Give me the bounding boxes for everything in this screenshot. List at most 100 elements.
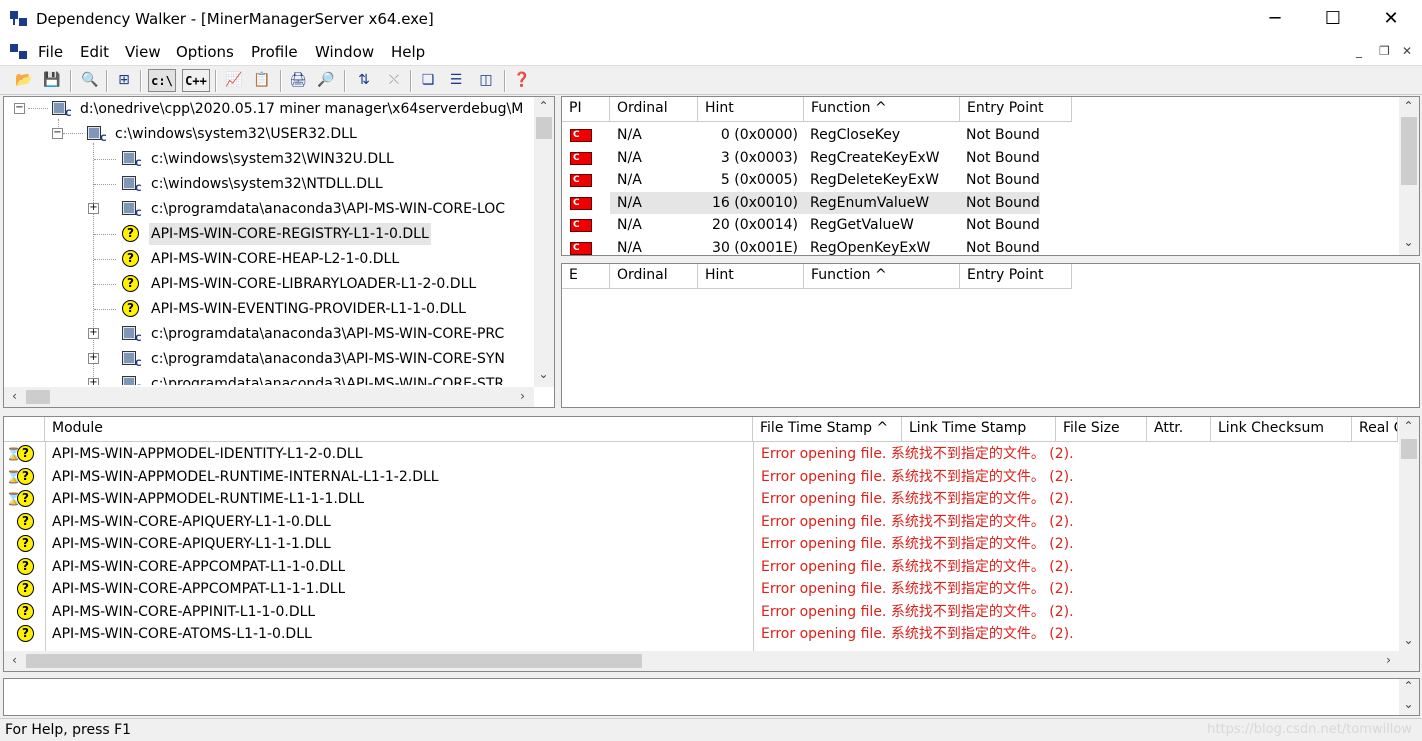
module-row[interactable]: ⌛ ? API-MS-WIN-APPMODEL-RUNTIME-L1-1-1.D…	[4, 488, 1398, 511]
tree-node-win32u[interactable]: C c:\windows\system32\WIN32U.DLL	[4, 148, 544, 170]
tile-vertical-icon[interactable]: ◫	[474, 69, 498, 92]
find-icon[interactable]: 🔍	[78, 69, 102, 92]
maximize-button[interactable]: ☐	[1304, 0, 1362, 40]
tree-node-core-loc[interactable]: + C c:\programdata\anaconda3\API-MS-WIN-…	[4, 198, 544, 220]
col-header-ordinal[interactable]: Ordinal	[610, 264, 698, 289]
log-vertical-scrollbar[interactable]: ⌃ ⌄	[1399, 679, 1419, 715]
print-icon[interactable]: 🖨	[286, 69, 310, 92]
scroll-up-icon[interactable]: ⌃	[535, 99, 552, 113]
module-row[interactable]: ⌛ ? API-MS-WIN-APPMODEL-RUNTIME-INTERNAL…	[4, 466, 1398, 489]
tree-node-eventing[interactable]: ? API-MS-WIN-EVENTING-PROVIDER-L1-1-0.DL…	[4, 298, 544, 320]
menu-view[interactable]: View	[125, 43, 161, 61]
col-header-link-checksum[interactable]: Link Checksum	[1211, 417, 1352, 442]
tile-horizontal-icon[interactable]: ☰	[444, 69, 468, 92]
tree-icon[interactable]: ⊞	[112, 69, 136, 92]
scroll-thumb[interactable]	[1401, 439, 1417, 459]
col-header-real-checksum[interactable]: Real C	[1352, 417, 1398, 442]
module-row[interactable]: ? API-MS-WIN-CORE-APIQUERY-L1-1-0.DLL Er…	[4, 511, 1398, 534]
scroll-up-icon[interactable]: ⌃	[1400, 99, 1417, 113]
menu-options[interactable]: Options	[176, 43, 234, 61]
menu-edit[interactable]: Edit	[80, 43, 109, 61]
tree-node-root[interactable]: − C d:\onedrive\cpp\2020.05.17 miner man…	[4, 98, 544, 120]
exports-pane[interactable]: E Ordinal Hint Function ^ Entry Point	[561, 263, 1420, 408]
tree-node-registry[interactable]: ? API-MS-WIN-CORE-REGISTRY-L1-1-0.DLL	[4, 223, 544, 245]
chart-icon[interactable]: 📈	[222, 69, 246, 92]
import-row[interactable]: C N/A 3 (0x0003) RegCreateKeyExW Not Bou…	[562, 147, 1402, 170]
help-icon[interactable]: ❓	[510, 69, 534, 92]
module-row[interactable]: ? API-MS-WIN-CORE-APPCOMPAT-L1-1-1.DLL E…	[4, 578, 1398, 601]
scroll-right-icon[interactable]: ›	[1380, 653, 1397, 667]
imports-vertical-scrollbar[interactable]: ⌃ ⌄	[1399, 97, 1419, 255]
tree-node-libraryloader[interactable]: ? API-MS-WIN-CORE-LIBRARYLOADER-L1-2-0.D…	[4, 273, 544, 295]
col-header-icon[interactable]	[4, 417, 45, 442]
sort-icon[interactable]: ⇅	[352, 69, 376, 92]
import-row[interactable]: C N/A 30 (0x001E) RegOpenKeyExW Not Boun…	[562, 237, 1402, 255]
col-header-module[interactable]: Module	[45, 417, 753, 442]
col-header-file-size[interactable]: File Size	[1056, 417, 1147, 442]
tree-horizontal-scrollbar[interactable]: ‹ ›	[4, 387, 534, 407]
col-header-function[interactable]: Function ^	[804, 264, 960, 289]
open-icon[interactable]: 📂	[12, 69, 36, 92]
col-header-entry-point[interactable]: Entry Point	[960, 264, 1072, 289]
module-row[interactable]: ? API-MS-WIN-CORE-ATOMS-L1-1-0.DLL Error…	[4, 623, 1398, 646]
stop-icon[interactable]: ⛌	[382, 69, 406, 92]
import-row[interactable]: C N/A 0 (0x0000) RegCloseKey Not Bound	[562, 124, 1402, 147]
close-button[interactable]: ✕	[1362, 0, 1420, 40]
tree-node-core-str[interactable]: + C c:\programdata\anaconda3\API-MS-WIN-…	[4, 373, 544, 385]
view-icon[interactable]: 🔎	[314, 69, 338, 92]
scroll-thumb[interactable]	[536, 117, 552, 139]
tree-node-core-syn[interactable]: + C c:\programdata\anaconda3\API-MS-WIN-…	[4, 348, 544, 370]
mdi-minimize-button[interactable]: _	[1356, 44, 1362, 58]
col-header-hint[interactable]: Hint	[698, 264, 804, 289]
import-row[interactable]: C N/A 5 (0x0005) RegDeleteKeyExW Not Bou…	[562, 169, 1402, 192]
module-list-pane[interactable]: Module File Time Stamp ^ Link Time Stamp…	[3, 416, 1420, 672]
mdi-restore-button[interactable]: ❐	[1379, 44, 1390, 58]
log-pane[interactable]: ⌃ ⌄	[3, 678, 1420, 716]
scroll-down-icon[interactable]: ⌄	[1400, 633, 1417, 647]
collapse-toggle[interactable]: −	[14, 103, 25, 114]
minimize-button[interactable]: ─	[1246, 0, 1304, 40]
collapse-toggle[interactable]: −	[52, 128, 63, 139]
expand-toggle[interactable]: +	[88, 378, 99, 385]
col-header-attr[interactable]: Attr.	[1147, 417, 1211, 442]
save-icon[interactable]: 💾	[40, 69, 64, 92]
col-header-function[interactable]: Function ^	[804, 97, 960, 122]
menu-file[interactable]: File	[38, 43, 63, 61]
module-row[interactable]: ? API-MS-WIN-CORE-APPINIT-L1-1-0.DLL Err…	[4, 601, 1398, 624]
col-header-pi[interactable]: PI	[562, 97, 610, 122]
tree-node-core-prc[interactable]: + C c:\programdata\anaconda3\API-MS-WIN-…	[4, 323, 544, 345]
menu-profile[interactable]: Profile	[251, 43, 298, 61]
scroll-left-icon[interactable]: ‹	[6, 389, 23, 403]
module-row[interactable]: ? API-MS-WIN-CORE-APIQUERY-L1-1-1.DLL Er…	[4, 533, 1398, 556]
menu-window[interactable]: Window	[315, 43, 374, 61]
module-tree-pane[interactable]: − C d:\onedrive\cpp\2020.05.17 miner man…	[3, 96, 555, 408]
scroll-right-icon[interactable]: ›	[514, 389, 531, 403]
expand-toggle[interactable]: +	[88, 328, 99, 339]
parent-imports-pane[interactable]: PI Ordinal Hint Function ^ Entry Point C…	[561, 96, 1420, 256]
tree-vertical-scrollbar[interactable]: ⌃ ⌄	[534, 97, 554, 387]
scroll-thumb[interactable]	[26, 654, 642, 668]
col-header-file-time-stamp[interactable]: File Time Stamp ^	[753, 417, 902, 442]
expand-toggle[interactable]: +	[88, 353, 99, 364]
col-header-entry-point[interactable]: Entry Point	[960, 97, 1072, 122]
scroll-thumb[interactable]	[1401, 117, 1417, 185]
scroll-up-icon[interactable]: ⌃	[1400, 679, 1417, 693]
scroll-left-icon[interactable]: ‹	[6, 653, 23, 667]
scroll-down-icon[interactable]: ⌄	[1400, 697, 1417, 711]
module-row[interactable]: ? API-MS-WIN-CORE-APPCOMPAT-L1-1-0.DLL E…	[4, 556, 1398, 579]
scroll-thumb[interactable]	[26, 390, 50, 404]
col-header-link-time-stamp[interactable]: Link Time Stamp	[902, 417, 1056, 442]
scroll-up-icon[interactable]: ⌃	[1400, 419, 1417, 433]
col-header-e[interactable]: E	[562, 264, 610, 289]
modules-vertical-scrollbar[interactable]: ⌃ ⌄	[1399, 417, 1419, 651]
tree-node-user32[interactable]: − C c:\windows\system32\USER32.DLL	[4, 123, 544, 145]
modules-horizontal-scrollbar[interactable]: ‹ ›	[4, 651, 1419, 671]
cpp-undecorate-button[interactable]: C++	[182, 69, 210, 92]
tree-node-ntdll[interactable]: C c:\windows\system32\NTDLL.DLL	[4, 173, 544, 195]
scroll-down-icon[interactable]: ⌄	[1400, 235, 1417, 249]
full-paths-button[interactable]: c:\	[148, 69, 176, 92]
properties-icon[interactable]: 📋	[250, 69, 274, 92]
mdi-close-button[interactable]: ✕	[1402, 44, 1412, 58]
cascade-icon[interactable]: ❏	[416, 69, 440, 92]
expand-toggle[interactable]: +	[88, 203, 99, 214]
